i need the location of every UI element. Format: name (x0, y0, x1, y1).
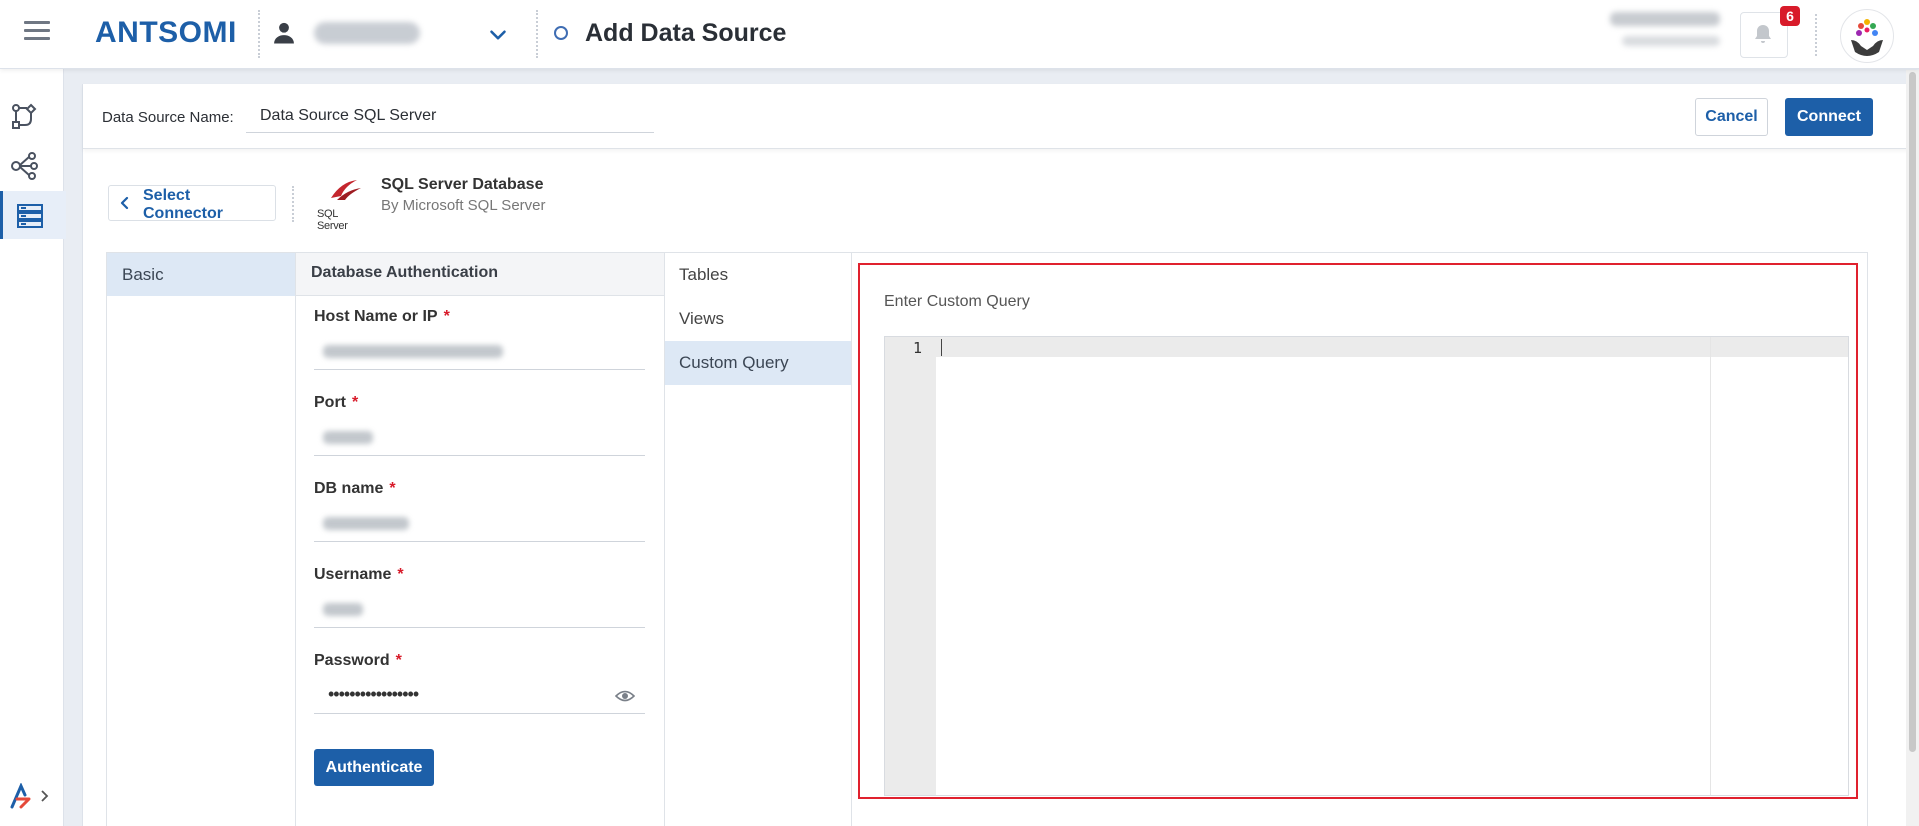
sql-server-logo-icon (331, 180, 361, 200)
required-mark: * (395, 652, 402, 669)
share-nodes-icon (11, 152, 38, 180)
connector-name: SQL Server Database (381, 176, 544, 193)
port-input[interactable] (314, 421, 645, 456)
db-name-input[interactable] (314, 507, 645, 542)
divider (292, 186, 294, 222)
required-mark: * (389, 480, 396, 497)
workflow-icon (12, 103, 37, 129)
sql-server-logo-text: SQL Server (317, 208, 348, 232)
query-editor[interactable]: 1 (884, 336, 1849, 796)
avatar[interactable] (1840, 9, 1894, 63)
left-rail (0, 69, 66, 826)
avatar-logo-icon (1851, 19, 1883, 56)
username-label: Username (314, 566, 392, 583)
data-source-icon (17, 204, 43, 228)
connector-vendor: By Microsoft SQL Server (381, 197, 546, 214)
data-source-name-label: Data Source Name: (102, 109, 234, 126)
scrollbar-thumb[interactable] (1909, 72, 1916, 752)
sidebar-item-data-sources[interactable] (0, 191, 66, 239)
tab-tables[interactable]: Tables (665, 253, 851, 297)
host-label: Host Name or IP (314, 308, 438, 325)
db-name-field: DB name * (314, 480, 645, 542)
sql-server-logo: SQL Server (317, 178, 369, 232)
sidebar-item-flows[interactable] (0, 141, 63, 189)
cancel-button[interactable]: Cancel (1695, 98, 1768, 136)
chevron-left-icon (120, 196, 129, 210)
bell-icon (1755, 25, 1771, 43)
authenticate-button[interactable]: Authenticate (314, 749, 434, 786)
line-number: 1 (912, 339, 922, 357)
app-logo[interactable]: ANTSOMI (95, 16, 237, 50)
divider (536, 10, 538, 58)
data-source-name-input[interactable] (246, 99, 654, 133)
password-field: Password * ••••••••••••••••• (314, 652, 645, 714)
db-name-label: DB name (314, 480, 384, 497)
host-input[interactable] (314, 335, 645, 370)
divider (1815, 14, 1817, 56)
config-panel: Basic Database Authentication Host Name … (106, 252, 1868, 826)
tab-views[interactable]: Views (665, 297, 851, 341)
query-type-tabs: Tables Views Custom Query (665, 253, 852, 826)
divider (258, 10, 260, 58)
port-label: Port (314, 394, 346, 411)
text-caret (941, 339, 942, 356)
database-authentication-panel: Database Authentication Host Name or IP *… (296, 253, 665, 826)
editor-gutter: 1 (885, 337, 936, 795)
chevron-right-icon (41, 790, 49, 802)
custom-query-panel: Enter Custom Query 1 (852, 253, 1867, 826)
page-scrollbar[interactable] (1906, 70, 1919, 826)
select-connector-button[interactable]: Select Connector (108, 185, 276, 222)
required-mark: * (397, 566, 404, 583)
eye-icon[interactable] (615, 689, 635, 703)
person-icon (274, 22, 294, 44)
active-line (936, 337, 1848, 357)
user-info-redacted[interactable] (1606, 12, 1722, 56)
connect-button[interactable]: Connect (1785, 98, 1873, 136)
password-value: ••••••••••••••••• (328, 684, 419, 704)
username-input[interactable] (314, 593, 645, 628)
brand-mark-icon (10, 782, 31, 809)
tab-custom-query[interactable]: Custom Query (665, 341, 851, 385)
account-name-redacted[interactable] (314, 22, 420, 44)
username-field: Username * (314, 566, 645, 628)
expand-sidebar-button[interactable] (10, 782, 54, 813)
custom-query-label: Enter Custom Query (884, 293, 1030, 310)
highlight-outline: Enter Custom Query 1 (858, 263, 1858, 799)
tab-basic[interactable]: Basic (107, 253, 295, 296)
sidebar-item-workflow[interactable] (0, 92, 63, 140)
main-panel: Data Source Name: Cancel Connect Select … (82, 84, 1919, 826)
select-connector-label: Select Connector (143, 187, 223, 222)
data-source-header: Data Source Name: Cancel Connect (83, 84, 1919, 149)
required-mark: * (352, 394, 359, 411)
chevron-down-icon[interactable] (485, 22, 511, 48)
required-mark: * (443, 308, 450, 325)
menu-icon[interactable] (24, 21, 50, 43)
page-title: Add Data Source (585, 19, 787, 47)
print-margin (1710, 337, 1711, 795)
password-input[interactable]: ••••••••••••••••• (314, 679, 645, 714)
top-bar: ANTSOMI Add Data Source 6 (0, 0, 1919, 69)
status-dot-icon (554, 26, 568, 40)
notification-badge: 6 (1780, 6, 1800, 26)
password-label: Password (314, 652, 390, 669)
auth-section-title: Database Authentication (296, 253, 664, 296)
section-tabs: Basic (107, 253, 296, 826)
port-field: Port * (314, 394, 645, 456)
host-field: Host Name or IP * (314, 308, 645, 370)
